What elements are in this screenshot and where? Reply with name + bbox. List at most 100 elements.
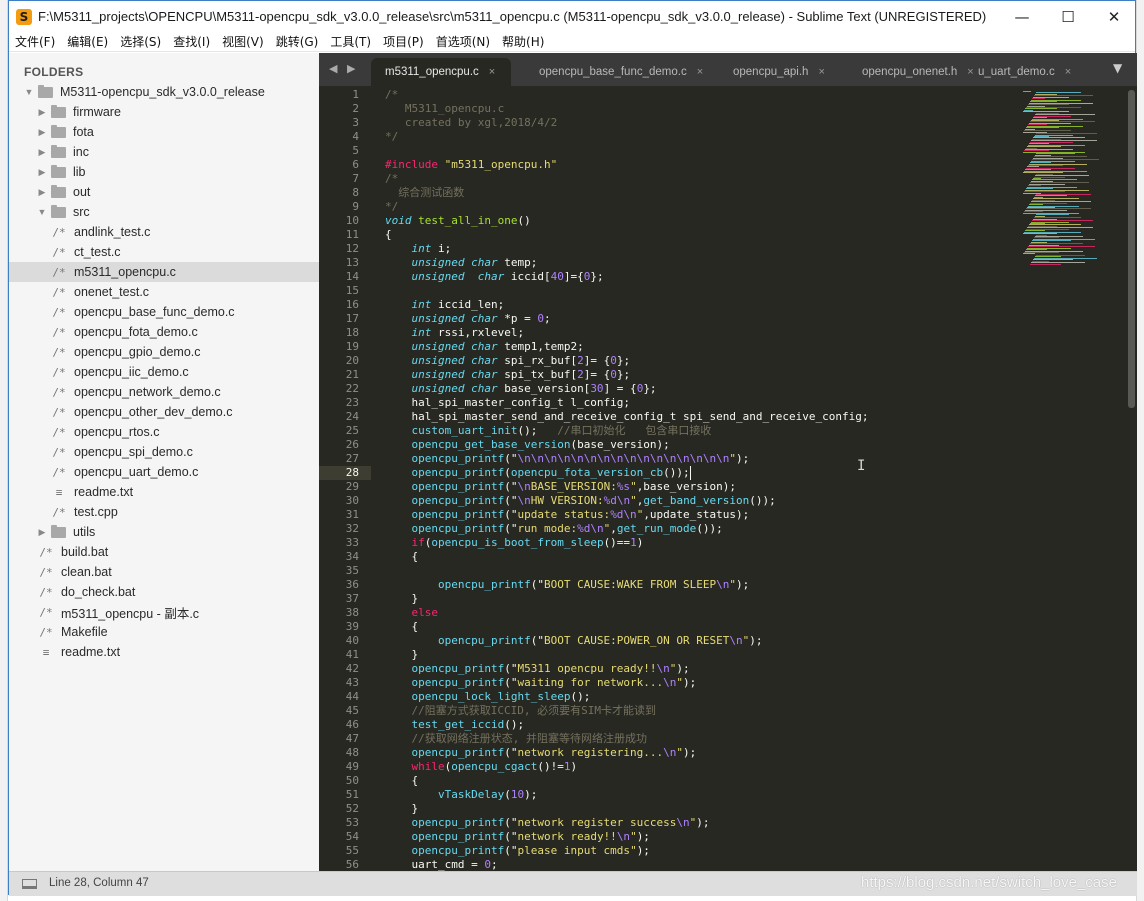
tree-folder[interactable]: ▼ src: [9, 202, 319, 222]
code-token: iccid_len;: [431, 298, 505, 311]
code-file-icon: /*: [39, 545, 53, 559]
tree-folder[interactable]: ▶ lib: [9, 162, 319, 182]
minimap[interactable]: [1019, 86, 1127, 871]
code-token: };: [616, 354, 631, 367]
chevron-right-icon[interactable]: ▶: [37, 527, 47, 538]
tab-close-icon[interactable]: ×: [1065, 66, 1071, 78]
menu-help[interactable]: 帮助(H): [502, 33, 544, 50]
code-token: (): [517, 214, 531, 227]
tab-close-icon[interactable]: ×: [967, 66, 973, 78]
code-token: opencpu_printf: [411, 522, 505, 535]
menu-find[interactable]: 查找(I): [173, 33, 210, 50]
tree-file[interactable]: /* ct_test.c: [9, 242, 319, 262]
tree-file[interactable]: ≡ readme.txt: [9, 642, 319, 662]
chevron-right-icon[interactable]: ▶: [37, 167, 47, 178]
tree-folder[interactable]: ▶ fota: [9, 122, 319, 142]
tree-file[interactable]: /* build.bat: [9, 542, 319, 562]
menu-goto[interactable]: 跳转(G): [276, 33, 319, 50]
tree-file[interactable]: /* opencpu_iic_demo.c: [9, 362, 319, 382]
code-token: (": [530, 578, 544, 591]
line-number: 19: [345, 340, 359, 353]
tree-folder[interactable]: ▶ out: [9, 182, 319, 202]
code-token: network register success: [517, 816, 677, 829]
menu-project[interactable]: 项目(P): [383, 33, 424, 50]
vertical-scrollbar[interactable]: [1128, 90, 1135, 408]
tree-folder[interactable]: ▶ firmware: [9, 102, 319, 122]
chevron-right-icon[interactable]: ▶: [37, 127, 47, 138]
tree-file[interactable]: /* m5311_opencpu - 副本.c: [9, 602, 319, 622]
tab-opencpu-onenet-h[interactable]: opencpu_onenet.h ×: [848, 58, 984, 86]
code-token: };: [590, 270, 604, 283]
tree-file[interactable]: /* do_check.bat: [9, 582, 319, 602]
code-line: opencpu_printf("\nHW VERSION:%d\n",get_b…: [385, 494, 776, 508]
code-token: (: [504, 788, 511, 801]
tab-close-icon[interactable]: ×: [818, 66, 824, 78]
code-line: unsigned char temp1,temp2;: [385, 340, 584, 354]
code-token: get_band_version: [643, 494, 750, 507]
code-token: ": [630, 480, 637, 493]
menu-edit[interactable]: 编辑(E): [67, 33, 108, 50]
tree-file[interactable]: /* andlink_test.c: [9, 222, 319, 242]
tree-item-label: utils: [73, 525, 96, 539]
code-token: );: [749, 634, 763, 647]
code-token: unsigned char: [411, 340, 498, 353]
chevron-down-icon[interactable]: ▼: [24, 87, 34, 97]
tree-file[interactable]: /* test.cpp: [9, 502, 319, 522]
maximize-button[interactable]: ☐: [1045, 1, 1091, 32]
tree-file[interactable]: /* m5311_opencpu.c: [9, 262, 319, 282]
tree-folder[interactable]: ▼ M5311-opencpu_sdk_v3.0.0_release: [9, 82, 319, 102]
code-token: ());: [749, 494, 776, 507]
tree-file[interactable]: /* opencpu_network_demo.c: [9, 382, 319, 402]
chevron-down-icon[interactable]: ▼: [37, 207, 47, 217]
title-bar[interactable]: S F:\M5311_projects\OPENCPU\M5311-opencp…: [9, 1, 1135, 32]
menu-file[interactable]: 文件(F): [15, 33, 55, 50]
code-token: M5311_opencpu.c: [385, 102, 505, 115]
tree-file[interactable]: ≡ readme.txt: [9, 482, 319, 502]
code-line: }: [385, 648, 418, 662]
tree-file[interactable]: /* Makefile: [9, 622, 319, 642]
minimize-button[interactable]: —: [999, 1, 1045, 32]
line-number: 24: [345, 410, 359, 423]
tree-file[interactable]: /* opencpu_uart_demo.c: [9, 462, 319, 482]
tab-opencpu-base-func-demo[interactable]: opencpu_base_func_demo.c ×: [525, 58, 715, 86]
code-text-area[interactable]: /* M5311_opencpu.c created by xgl,2018/4…: [385, 86, 1025, 871]
tree-file[interactable]: /* opencpu_other_dev_demo.c: [9, 402, 319, 422]
chevron-right-icon[interactable]: ▶: [37, 147, 47, 158]
tab-opencpu-api-h[interactable]: opencpu_api.h ×: [719, 58, 839, 86]
close-button[interactable]: ✕: [1091, 1, 1137, 32]
code-token: {: [385, 550, 419, 563]
tree-file[interactable]: /* opencpu_fota_demo.c: [9, 322, 319, 342]
tab-navigation-arrows[interactable]: ◀ ▶: [329, 62, 358, 75]
tree-file[interactable]: /* onenet_test.c: [9, 282, 319, 302]
tree-file[interactable]: /* opencpu_spi_demo.c: [9, 442, 319, 462]
menu-tools[interactable]: 工具(T): [330, 33, 371, 50]
menu-view[interactable]: 视图(V): [222, 33, 264, 50]
tab-close-icon[interactable]: ×: [697, 66, 703, 78]
code-token: M5311 opencpu ready!!: [517, 662, 657, 675]
tree-file[interactable]: /* clean.bat: [9, 562, 319, 582]
tree-file[interactable]: /* opencpu_base_func_demo.c: [9, 302, 319, 322]
menu-preferences[interactable]: 首选项(N): [436, 33, 490, 50]
tab-uart-demo[interactable]: u_uart_demo.c ×: [974, 58, 1094, 86]
code-token: 30: [590, 382, 604, 395]
tree-folder[interactable]: ▶ inc: [9, 142, 319, 162]
tab-close-icon[interactable]: ×: [489, 66, 495, 78]
tree-item-label: clean.bat: [61, 565, 112, 579]
tree-file[interactable]: /* opencpu_gpio_demo.c: [9, 342, 319, 362]
chevron-right-icon[interactable]: ▶: [37, 107, 47, 118]
tab-m5311-opencpu[interactable]: m5311_opencpu.c ×: [371, 58, 511, 86]
menu-selection[interactable]: 选择(S): [120, 33, 161, 50]
code-line: hal_spi_master_send_and_receive_config_t…: [385, 410, 868, 424]
chevron-right-icon[interactable]: ▶: [37, 187, 47, 198]
editor-area: ◀ ▶ m5311_opencpu.c × opencpu_base_func_d…: [319, 53, 1137, 871]
console-toggle-icon[interactable]: [22, 879, 37, 889]
code-file-icon: /*: [52, 325, 66, 339]
tree-file[interactable]: /* opencpu_rtos.c: [9, 422, 319, 442]
sublime-text-window: S F:\M5311_projects\OPENCPU\M5311-opencp…: [8, 0, 1137, 896]
tree-folder[interactable]: ▶ utils: [9, 522, 319, 542]
code-token: unsigned char: [411, 270, 505, 283]
dropdown-triangle-icon[interactable]: ▼: [1113, 61, 1122, 75]
